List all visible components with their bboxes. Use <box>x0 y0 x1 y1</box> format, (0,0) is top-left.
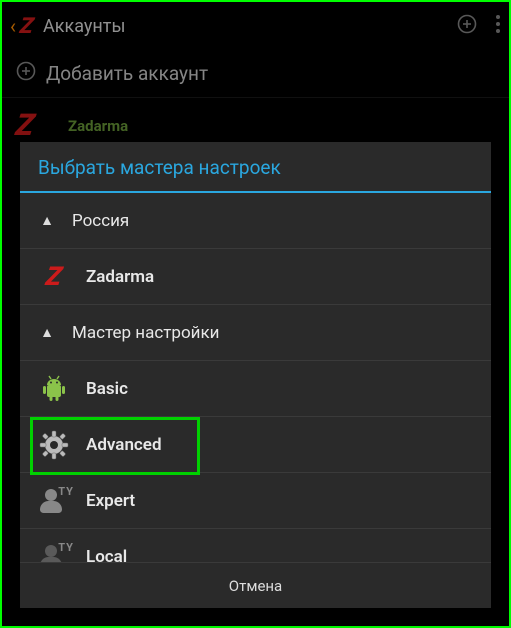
group-label: Россия <box>72 211 129 231</box>
group-row-country[interactable]: ▲ Россия <box>20 193 491 249</box>
list-item-local[interactable]: TY Local <box>20 529 491 562</box>
group-label: Мастер настройки <box>72 323 219 343</box>
item-label: Local <box>86 547 127 563</box>
item-label: Expert <box>86 491 135 511</box>
list-item-basic[interactable]: Basic <box>20 361 491 417</box>
dialog-body: ▲ Россия Z Zadarma ▲ Мастер настройки <box>20 193 491 562</box>
item-label: Advanced <box>86 435 162 455</box>
wizard-picker-dialog: Выбрать мастера настроек ▲ Россия Z Zada… <box>20 142 491 608</box>
list-item-zadarma[interactable]: Z Zadarma <box>20 249 491 305</box>
zadarma-logo-icon: Z <box>38 261 70 293</box>
chevron-up-icon: ▲ <box>38 324 56 341</box>
gear-icon <box>38 429 70 461</box>
chevron-up-icon: ▲ <box>38 212 56 229</box>
android-icon <box>38 373 70 405</box>
cancel-button[interactable]: Отмена <box>20 562 491 608</box>
list-item-advanced[interactable]: Advanced <box>20 417 491 473</box>
item-label: Zadarma <box>86 267 154 287</box>
item-label: Basic <box>86 379 128 399</box>
cancel-label: Отмена <box>229 577 282 595</box>
list-item-expert[interactable]: TY Expert <box>20 473 491 529</box>
dialog-title: Выбрать мастера настроек <box>20 142 491 191</box>
user-tools-icon: TY <box>38 541 70 563</box>
group-row-wizard[interactable]: ▲ Мастер настройки <box>20 305 491 361</box>
user-tools-icon: TY <box>38 485 70 517</box>
